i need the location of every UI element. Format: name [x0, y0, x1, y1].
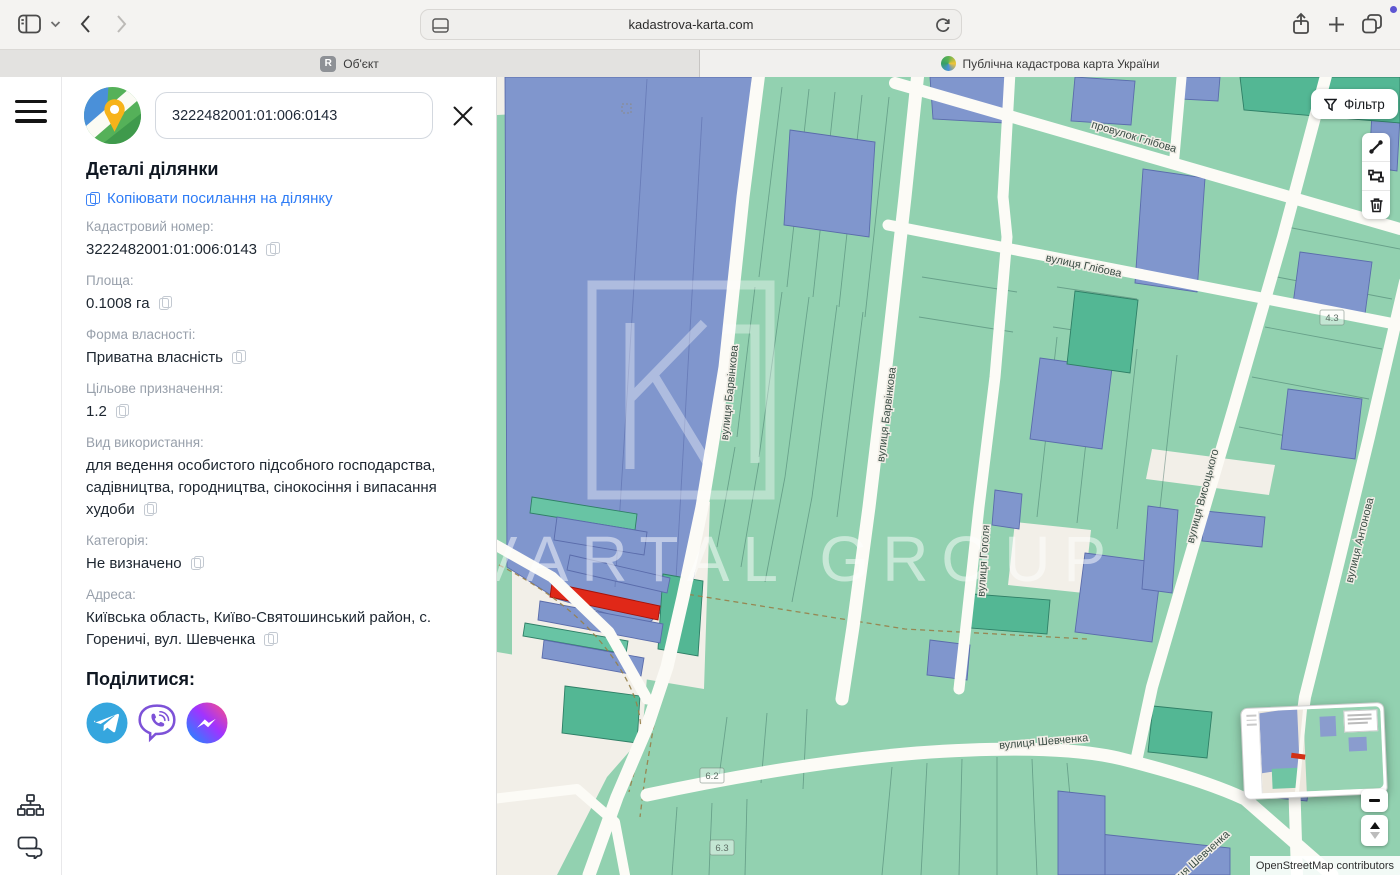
copy-link-label: Копіювати посилання на ділянку [107, 190, 333, 207]
draw-polygon-button[interactable] [1362, 161, 1390, 190]
map-tools [1362, 133, 1390, 219]
chevron-down-icon[interactable] [50, 20, 61, 28]
parcel-code-label: 4.3 [1325, 313, 1338, 324]
tab-bar: R Об'єкт Публічна кадастрова карта Украї… [0, 50, 1400, 77]
tab-label: Публічна кадастрова карта України [963, 57, 1160, 71]
trash-icon [1369, 197, 1384, 213]
field-cadastral-number: Кадастровий номер: 3222482001:01:006:014… [86, 219, 448, 261]
page-content: Деталі ділянки Копіювати посилання на ді… [0, 77, 1400, 875]
funnel-icon [1324, 98, 1337, 111]
browser-toolbar: kadastrova-karta.com [0, 0, 1400, 50]
measure-icon [1368, 139, 1384, 155]
telegram-icon[interactable] [86, 702, 128, 744]
map-attribution[interactable]: OpenStreetMap contributors [1250, 856, 1400, 875]
pan-up-button[interactable] [1370, 822, 1380, 829]
field-area: Площа: 0.1008 га [86, 273, 448, 315]
left-strip [0, 77, 62, 875]
new-tab-icon[interactable] [1328, 16, 1345, 33]
menu-hamburger-icon[interactable] [15, 100, 47, 129]
minimap-canvas [1259, 706, 1383, 793]
back-button[interactable] [80, 14, 91, 34]
pan-down-button[interactable] [1370, 832, 1380, 839]
copy-icon[interactable] [116, 404, 128, 418]
tab-favicon-r: R [320, 56, 336, 72]
copy-icon[interactable] [144, 502, 156, 516]
chat-icon[interactable] [17, 835, 44, 864]
measure-tool-button[interactable] [1362, 133, 1390, 161]
field-ownership: Форма власності: Приватна власність [86, 327, 448, 369]
share-title: Поділитися: [86, 669, 448, 690]
map-logo-icon[interactable] [84, 87, 141, 144]
copy-icon [86, 192, 98, 206]
map-area: KVARTAL GROUP провулок Глібова вулиця Гл… [497, 77, 1400, 875]
status-dot [1390, 6, 1397, 13]
field-address: Адреса: Київська область, Київо-Святошин… [86, 587, 448, 651]
messenger-icon[interactable] [186, 702, 228, 744]
polygon-icon [1368, 168, 1384, 184]
watermark-text: KVARTAL GROUP [497, 523, 1119, 595]
zoom-out-button[interactable] [1361, 789, 1388, 812]
copy-icon[interactable] [159, 296, 171, 310]
viber-icon[interactable] [136, 702, 178, 744]
delete-tool-button[interactable] [1362, 190, 1390, 219]
field-purpose: Цільове призначення: 1.2 [86, 381, 448, 423]
tab-object[interactable]: R Об'єкт [0, 50, 700, 77]
field-category: Категорія: Не визначено [86, 533, 448, 575]
details-sidebar: Деталі ділянки Копіювати посилання на ді… [62, 77, 497, 875]
tab-overview-icon[interactable] [1361, 13, 1383, 34]
search-input[interactable] [155, 92, 433, 139]
reload-icon[interactable] [935, 17, 951, 39]
filter-button[interactable]: Фільтр [1311, 89, 1398, 119]
share-icon[interactable] [1291, 12, 1311, 36]
share-icons [86, 702, 448, 744]
copy-icon[interactable] [264, 632, 276, 646]
map-overview-thumbnail[interactable] [1240, 702, 1388, 800]
sitemap-icon[interactable] [17, 794, 44, 823]
copy-icon[interactable] [191, 556, 203, 570]
parcel-code-label: 6.2 [705, 771, 718, 782]
tab-favicon-kadastrova [941, 56, 956, 71]
filter-label: Фільтр [1344, 97, 1385, 112]
parcel-details: Деталі ділянки Копіювати посилання на ді… [86, 159, 448, 744]
close-icon[interactable] [450, 103, 476, 129]
forward-button[interactable] [116, 14, 127, 34]
tab-label: Об'єкт [343, 57, 379, 71]
zoom-controls [1361, 789, 1388, 846]
copy-icon[interactable] [266, 242, 278, 256]
site-settings-icon[interactable] [432, 18, 449, 38]
url-bar[interactable]: kadastrova-karta.com [420, 9, 962, 40]
details-title: Деталі ділянки [86, 159, 448, 180]
copy-icon[interactable] [232, 350, 244, 364]
copy-parcel-link[interactable]: Копіювати посилання на ділянку [86, 190, 448, 207]
parcel-code-label: 6.3 [715, 843, 728, 854]
url-text: kadastrova-karta.com [629, 17, 754, 32]
search-row [84, 87, 476, 144]
sidebar-toggle-icon[interactable] [18, 14, 41, 34]
field-use-type: Вид використання: для ведення особистого… [86, 435, 448, 521]
tab-cadastral-map[interactable]: Публічна кадастрова карта України [700, 50, 1400, 77]
